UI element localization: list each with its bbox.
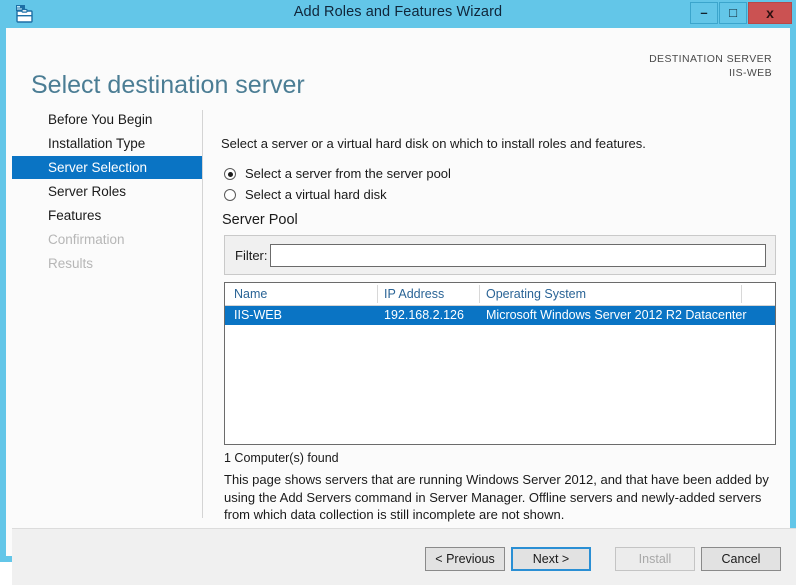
install-button: Install [615,547,695,571]
column-separator[interactable] [479,285,480,303]
sidebar-item-installation-type[interactable]: Installation Type [12,132,202,155]
cell-operating-system: Microsoft Windows Server 2012 R2 Datacen… [486,308,747,322]
column-header-operating-system[interactable]: Operating System [486,287,586,301]
cell-name: IIS-WEB [234,308,282,322]
footer-bar: < Previous Next > Install Cancel [12,528,796,585]
column-header-name[interactable]: Name [234,287,267,301]
sidebar-item-features[interactable]: Features [12,204,202,227]
cancel-button[interactable]: Cancel [701,547,781,571]
wizard-nav-sidebar: Before You Begin Installation Type Serve… [12,108,202,512]
maximize-button[interactable]: □ [719,2,747,24]
cell-ip-address: 192.168.2.126 [384,308,464,322]
filter-label: Filter: [235,248,268,263]
sidebar-item-confirmation: Confirmation [12,228,202,251]
computers-found-text: 1 Computer(s) found [224,451,339,465]
previous-button[interactable]: < Previous [425,547,505,571]
close-button[interactable]: x [748,2,792,24]
destination-server-value: IIS-WEB [649,66,772,80]
server-pool-table: Name IP Address Operating System IIS-WEB… [224,282,776,445]
radio-on-icon [224,168,236,180]
title-bar: Add Roles and Features Wizard – □ x [0,0,796,28]
window-title: Add Roles and Features Wizard [0,4,796,20]
column-separator[interactable] [741,285,742,303]
sidebar-item-before-you-begin[interactable]: Before You Begin [12,108,202,131]
minimize-button[interactable]: – [690,2,718,24]
sidebar-item-server-roles[interactable]: Server Roles [12,180,202,203]
wizard-window: Add Roles and Features Wizard – □ x Sele… [0,0,796,562]
radio-select-server-from-pool-label: Select a server from the server pool [245,166,451,181]
radio-select-virtual-hard-disk-label: Select a virtual hard disk [245,187,387,202]
page-description-text: This page shows servers that are running… [224,471,780,524]
radio-select-virtual-hard-disk[interactable]: Select a virtual hard disk [224,187,387,202]
page-title: Select destination server [31,71,305,100]
next-button[interactable]: Next > [511,547,591,571]
sidebar-item-results: Results [12,252,202,275]
destination-server-label: DESTINATION SERVER [649,52,772,66]
server-pool-label: Server Pool [222,212,298,228]
column-header-ip-address[interactable]: IP Address [384,287,444,301]
filter-bar: Filter: [224,235,776,275]
radio-off-icon [224,189,236,201]
sidebar-divider [202,110,203,518]
intro-text: Select a server or a virtual hard disk o… [221,136,646,151]
table-header-row: Name IP Address Operating System [225,283,775,306]
filter-input[interactable] [270,244,766,267]
column-separator[interactable] [377,285,378,303]
radio-select-server-from-pool[interactable]: Select a server from the server pool [224,166,451,181]
destination-server-info: DESTINATION SERVER IIS-WEB [649,52,772,80]
sidebar-item-server-selection[interactable]: Server Selection [12,156,202,179]
client-area: Select destination server DESTINATION SE… [6,28,790,556]
table-row[interactable]: IIS-WEB 192.168.2.126 Microsoft Windows … [225,306,775,325]
